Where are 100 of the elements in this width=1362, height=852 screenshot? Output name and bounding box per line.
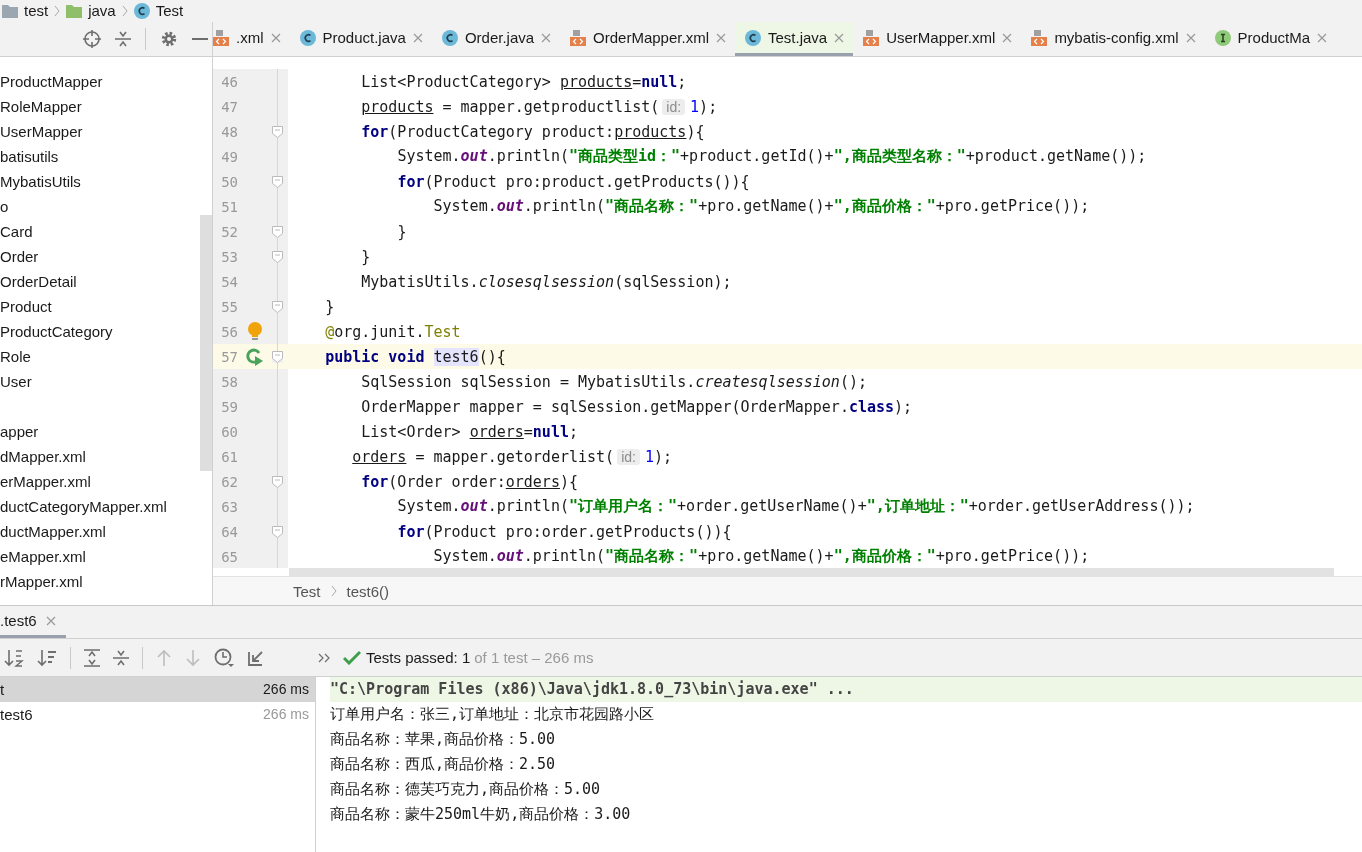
code-line: } [324,297,335,316]
check-icon [343,650,361,665]
chevron-icon [121,5,128,17]
test-name[interactable]: t [0,677,264,702]
tree-item[interactable]: MybatisUtils [0,169,85,194]
editor-tab[interactable]: Order.java [431,22,561,56]
console-line: 商品名称：苹果,商品价格：5.00 [330,729,556,750]
tree-item[interactable]: Order [0,244,43,269]
code-line: public void test6(){ [324,347,506,366]
code-line: System.out.println("订单用户名："+order.getUserName()+",订单地址："+order.getUserAddress()); [396,497,1195,516]
tree-item[interactable]: ProductMapper [0,69,107,94]
close-icon[interactable] [1185,32,1196,43]
code-line: System.out.println("商品名称："+pro.getName()+",商品价格："+pro.getPrice()); [432,197,1090,216]
test-duration: 266 ms [263,705,310,724]
code-line: orders = mapper.getorderlist( id: 1); [351,447,672,466]
code-line: MybatisUtils.closesqlsession(sqlSession); [360,272,732,291]
settings-icon[interactable] [160,30,178,48]
tree-item[interactable]: rMapper.xml [0,569,87,594]
line-number: 46 [220,73,238,90]
import-icon[interactable] [247,648,265,667]
interface-icon [1214,29,1231,46]
editor-tab[interactable]: Product.java [289,22,432,56]
editor-tab[interactable]: Test.java [734,22,854,56]
test-name[interactable]: test6 [0,702,264,727]
console-line: 商品名称：德芙巧克力,商品价格：5.00 [330,779,601,800]
tree-item[interactable]: ductCategoryMapper.xml [0,494,171,519]
tree-item[interactable]: ductMapper.xml [0,519,110,544]
close-icon[interactable] [412,32,423,43]
close-icon[interactable] [834,32,845,43]
line-number: 50 [220,173,238,190]
tree-item[interactable]: apper [0,419,43,444]
chevron-icon [54,5,61,17]
close-icon[interactable] [715,32,726,43]
line-number: 60 [220,423,238,440]
editor-tab[interactable]: mybatis-config.xml [1021,22,1205,56]
breadcrumb-item[interactable]: test [24,2,49,20]
line-number: 64 [220,523,238,540]
tree-item[interactable]: Card [0,219,37,244]
close-icon[interactable] [270,32,281,43]
breadcrumb-item[interactable]: Test [155,2,184,20]
scrollbar[interactable] [200,215,212,471]
line-number: 61 [220,448,238,465]
code-line: for(Product pro:order.getProducts()){ [396,522,732,541]
line-number: 59 [220,398,238,415]
tree-item[interactable]: UserMapper [0,119,87,144]
test-summary: of 1 test – 266 ms [474,649,594,666]
arrow-up-icon[interactable] [156,648,172,667]
tree-item[interactable]: dMapper.xml [0,444,90,469]
tree-item[interactable]: erMapper.xml [0,469,95,494]
tree-item[interactable]: eMapper.xml [0,544,90,569]
code-line: for(Order order:orders){ [360,472,578,491]
tree-item[interactable]: batisutils [0,144,63,169]
tree-item[interactable]: o [0,194,13,219]
code-line: OrderMapper mapper = sqlSession.getMapper(OrderMapper.class); [360,397,913,416]
class-icon [744,29,761,46]
line-number: 48 [220,123,238,140]
code-line: } [360,247,371,266]
console-command: "C:\Program Files (x86)\Java\jdk1.8.0_73\bin\java.exe" ... [330,677,1362,702]
run-icon[interactable] [246,347,264,366]
expand-icon[interactable] [84,648,100,667]
more-icon[interactable] [318,652,330,663]
console-line: 商品名称：蒙牛250ml牛奶,商品价格：3.00 [330,804,631,825]
class-icon [133,3,150,19]
bulb-icon[interactable] [248,321,262,342]
xml-file-icon [863,29,880,46]
code-line: for(Product pro:product.getProducts()){ [396,172,750,191]
close-icon[interactable] [541,32,552,43]
tree-item[interactable]: Role [0,344,35,369]
editor-tab[interactable]: ProductMa [1204,22,1337,56]
breadcrumb-item[interactable]: test6() [346,582,390,600]
close-icon[interactable] [45,615,56,626]
tree-item[interactable]: RoleMapper [0,94,86,119]
tree-item[interactable]: ProductCategory [0,319,117,344]
code-line: List<Order> orders=null; [360,422,578,441]
locate-icon[interactable] [83,30,101,48]
tree-item[interactable]: Product [0,294,56,319]
editor-tab[interactable]: UserMapper.xml [853,22,1022,56]
tree-item[interactable]: User [0,369,36,394]
line-number: 47 [220,98,238,115]
code-line: System.out.println("商品名称："+pro.getName()+",商品价格："+pro.getPrice()); [432,547,1090,566]
minimize-icon[interactable] [192,37,208,41]
close-icon[interactable] [1002,32,1013,43]
history-icon[interactable] [214,647,234,668]
class-icon [441,29,458,46]
editor-tab[interactable]: OrderMapper.xml [560,22,735,56]
scrollbar[interactable] [289,568,1334,576]
collapse-icon[interactable] [113,648,129,667]
tree-item[interactable]: OrderDetail [0,269,81,294]
line-number: 52 [220,223,238,240]
line-number: 62 [220,473,238,490]
parameter-hint: id: [617,448,640,465]
collapse-icon[interactable] [115,30,131,48]
code-line: List<ProductCategory> products=null; [360,72,687,91]
breadcrumb-item[interactable]: Test [293,582,321,600]
editor-tab[interactable]: .xml [213,22,290,56]
close-icon[interactable] [1317,32,1328,43]
breadcrumb-item[interactable]: java [88,2,116,20]
sort-icon[interactable] [4,647,24,668]
arrow-down-icon[interactable] [185,648,201,667]
sort-icon[interactable] [37,647,57,668]
